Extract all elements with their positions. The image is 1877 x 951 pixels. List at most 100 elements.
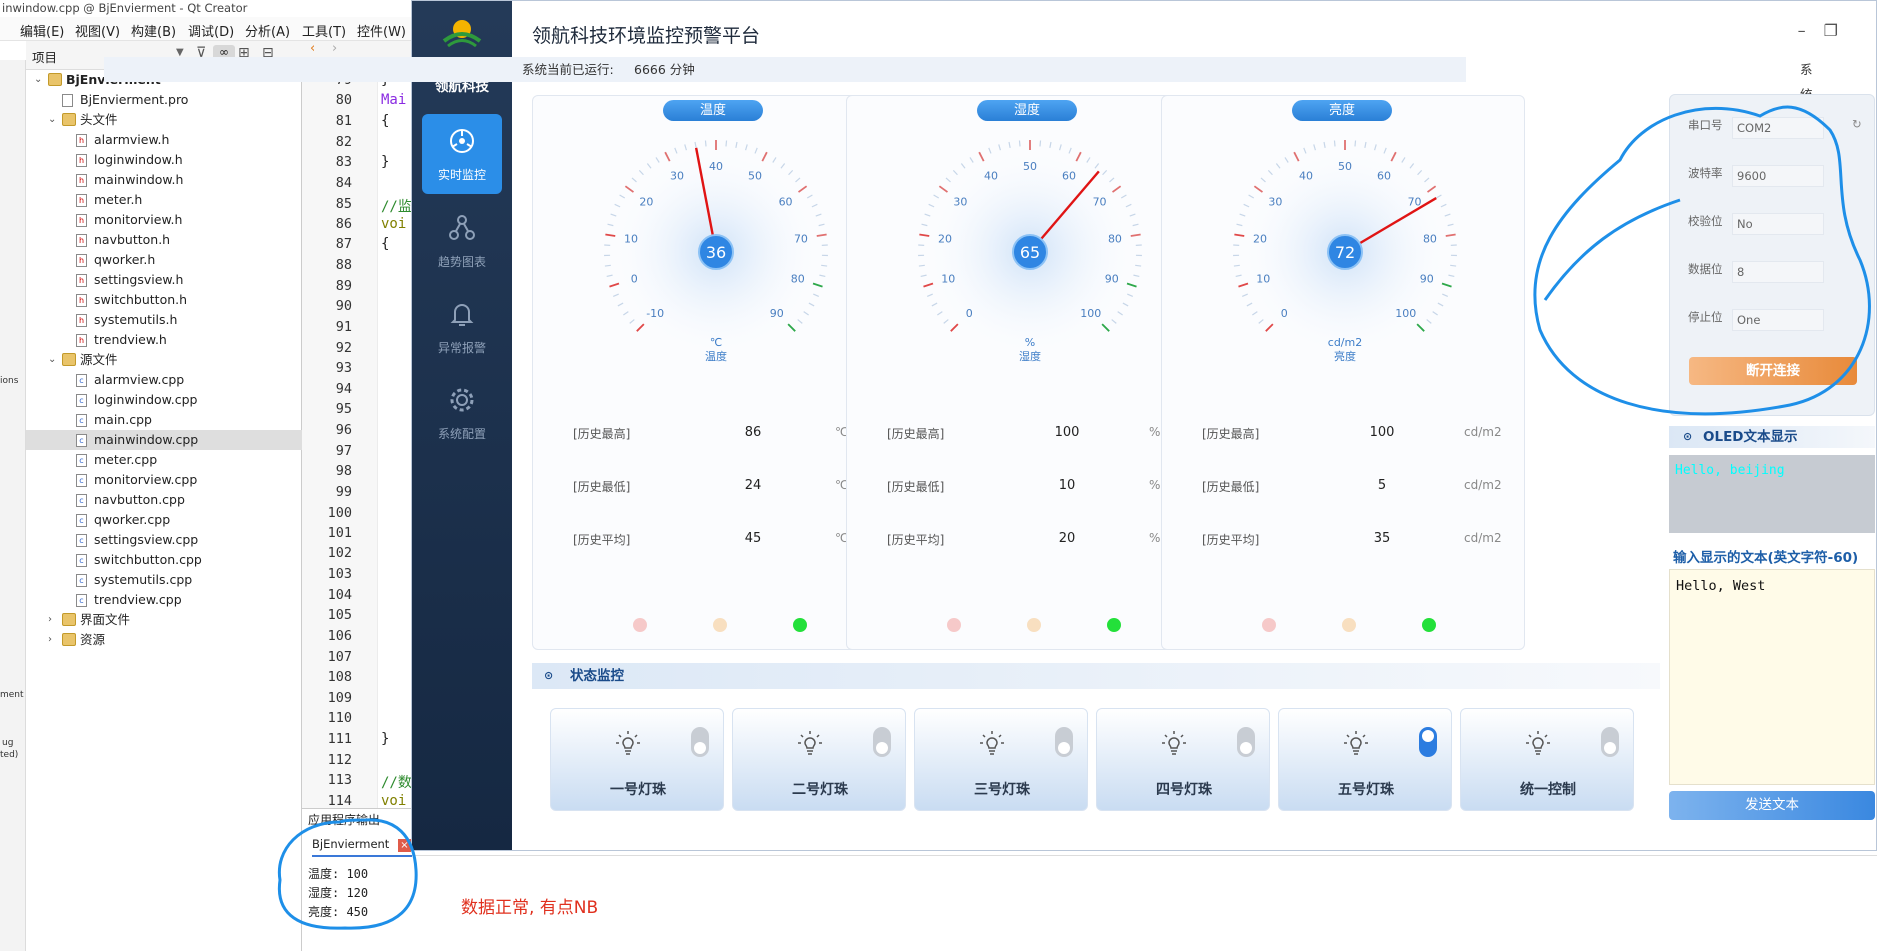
databits-select[interactable]: 8 <box>1732 261 1824 283</box>
tree-item[interactable]: h monitorview.h <box>26 210 302 230</box>
gauge-name: 温度 <box>705 349 727 363</box>
menu-widgets[interactable]: 控件(W) <box>357 21 406 40</box>
expand-arrow-icon[interactable]: ⌄ <box>34 70 42 90</box>
expand-arrow-icon[interactable]: › <box>48 610 52 630</box>
tree-item[interactable]: › 界面文件 <box>26 610 302 630</box>
tree-item[interactable]: h switchbutton.h <box>26 290 302 310</box>
tree-item[interactable]: c qworker.cpp <box>26 510 302 530</box>
tree-item[interactable]: h settingsview.h <box>26 270 302 290</box>
lamp-label: 一号灯珠 <box>610 782 666 798</box>
baud-select[interactable]: 9600 <box>1732 165 1824 187</box>
lamp-toggle[interactable] <box>1237 727 1255 757</box>
tree-item[interactable]: ⌄ 头文件 <box>26 110 302 130</box>
lamp-card: 二号灯珠 <box>732 708 906 811</box>
tree-item[interactable]: h navbutton.h <box>26 230 302 250</box>
tree-item[interactable]: c settingsview.cpp <box>26 530 302 550</box>
gauge-tab: 湿度 <box>977 100 1077 121</box>
line-number: 80 <box>335 92 352 109</box>
expand-arrow-icon[interactable]: › <box>48 630 52 650</box>
menu-tools[interactable]: 工具(T) <box>302 21 346 40</box>
tree-item[interactable]: h trendview.h <box>26 330 302 350</box>
trend-chart-icon <box>449 215 475 240</box>
tree-item[interactable]: c alarmview.cpp <box>26 370 302 390</box>
gauge-tick-label: 10 <box>1256 273 1270 286</box>
tree-item[interactable]: h alarmview.h <box>26 130 302 150</box>
stopbits-select[interactable]: One <box>1732 309 1824 331</box>
close-icon[interactable]: × <box>398 839 411 852</box>
expand-arrow-icon[interactable]: ⌄ <box>48 350 56 370</box>
nav-trend-chart[interactable]: 趋势图表 <box>422 201 502 281</box>
menu-edit[interactable]: 编辑(E) <box>20 21 64 40</box>
lamp-toggle[interactable] <box>1601 727 1619 757</box>
tree-item[interactable]: BjEnvierment.pro <box>26 90 302 110</box>
light-bulb-icon <box>1162 731 1186 755</box>
gauge-unit: % <box>1025 336 1035 349</box>
gauge-tick <box>1450 264 1457 267</box>
line-number: 82 <box>335 133 352 150</box>
line-number: 92 <box>335 339 352 356</box>
tree-item[interactable]: h mainwindow.h <box>26 170 302 190</box>
lamp-toggle[interactable] <box>873 727 891 757</box>
stat-label: [历史最低] <box>887 480 945 494</box>
restore-icon[interactable]: ❐ <box>1824 21 1856 40</box>
tree-item[interactable]: h meter.h <box>26 190 302 210</box>
nav-realtime-monitor[interactable]: 实时监控 <box>422 114 502 194</box>
tree-item[interactable]: h systemutils.h <box>26 310 302 330</box>
tree-item-label: main.cpp <box>94 412 152 427</box>
tree-item[interactable]: › 资源 <box>26 630 302 650</box>
parity-select[interactable]: No <box>1732 213 1824 235</box>
stat-label: [历史平均] <box>887 533 945 547</box>
gauge-tick-label: 60 <box>1377 169 1391 182</box>
tree-item[interactable]: h loginwindow.h <box>26 150 302 170</box>
uptime-label: 系统当前已运行: <box>522 62 614 77</box>
back-icon[interactable]: ‹ <box>310 41 315 56</box>
menu-view[interactable]: 视图(V) <box>75 21 120 40</box>
stat-label: [历史最低] <box>573 480 631 494</box>
forward-icon[interactable]: › <box>332 41 337 56</box>
tree-item[interactable]: c trendview.cpp <box>26 590 302 610</box>
disconnect-button[interactable]: 断开连接 <box>1689 357 1857 385</box>
menu-analyze[interactable]: 分析(A) <box>245 21 290 40</box>
port-select[interactable]: COM2 <box>1732 117 1824 139</box>
tree-item[interactable]: c switchbutton.cpp <box>26 550 302 570</box>
folder-icon <box>62 633 76 646</box>
line-number: 81 <box>335 112 352 129</box>
stat-value: 100 <box>1054 425 1080 440</box>
refresh-icon[interactable]: ↻ <box>1852 117 1862 131</box>
tree-item[interactable]: c loginwindow.cpp <box>26 390 302 410</box>
lamp-toggle[interactable] <box>691 727 709 757</box>
stopbits-row: 停止位 One <box>1688 309 1868 331</box>
send-text-button[interactable]: 发送文本 <box>1669 791 1875 820</box>
lamp-toggle[interactable] <box>1419 727 1437 757</box>
toggle-knob <box>1058 742 1070 754</box>
gauge-tick-label: 10 <box>624 233 638 246</box>
oled-title: OLED文本显示 <box>1703 429 1798 445</box>
tree-item[interactable]: h qworker.h <box>26 250 302 270</box>
expand-arrow-icon[interactable]: ⌄ <box>48 110 56 130</box>
tree-item[interactable]: c mainwindow.cpp <box>26 430 302 450</box>
project-selector[interactable]: 项目 <box>32 47 57 66</box>
tree-item[interactable]: c navbutton.cpp <box>26 490 302 510</box>
tree-item[interactable]: c systemutils.cpp <box>26 570 302 590</box>
status-light <box>793 618 807 632</box>
file-icon <box>62 94 73 107</box>
tree-item[interactable]: c main.cpp <box>26 410 302 430</box>
menu-build[interactable]: 构建(B) <box>131 21 176 40</box>
output-tab[interactable]: BjEnvierment × <box>312 837 412 857</box>
file-icon: h <box>76 334 87 347</box>
code-fragment: { <box>381 236 390 253</box>
status-light <box>1422 618 1436 632</box>
nav-alarm[interactable]: 异常报警 <box>422 287 502 367</box>
lamp-card: 三号灯珠 <box>914 708 1088 811</box>
tree-item[interactable]: c meter.cpp <box>26 450 302 470</box>
stat-value: 20 <box>1058 531 1076 546</box>
line-number: 106 <box>327 628 352 645</box>
lamp-toggle[interactable] <box>1055 727 1073 757</box>
nav-settings[interactable]: 系统配置 <box>422 373 502 453</box>
input-header: 输入显示的文本(英文字符-60) <box>1673 550 1859 566</box>
tree-item[interactable]: ⌄ 源文件 <box>26 350 302 370</box>
tree-item[interactable]: c monitorview.cpp <box>26 470 302 490</box>
menu-debug[interactable]: 调试(D) <box>188 21 234 40</box>
minimize-icon[interactable]: – <box>1798 21 1824 40</box>
display-text-input[interactable]: Hello, West <box>1669 569 1875 785</box>
